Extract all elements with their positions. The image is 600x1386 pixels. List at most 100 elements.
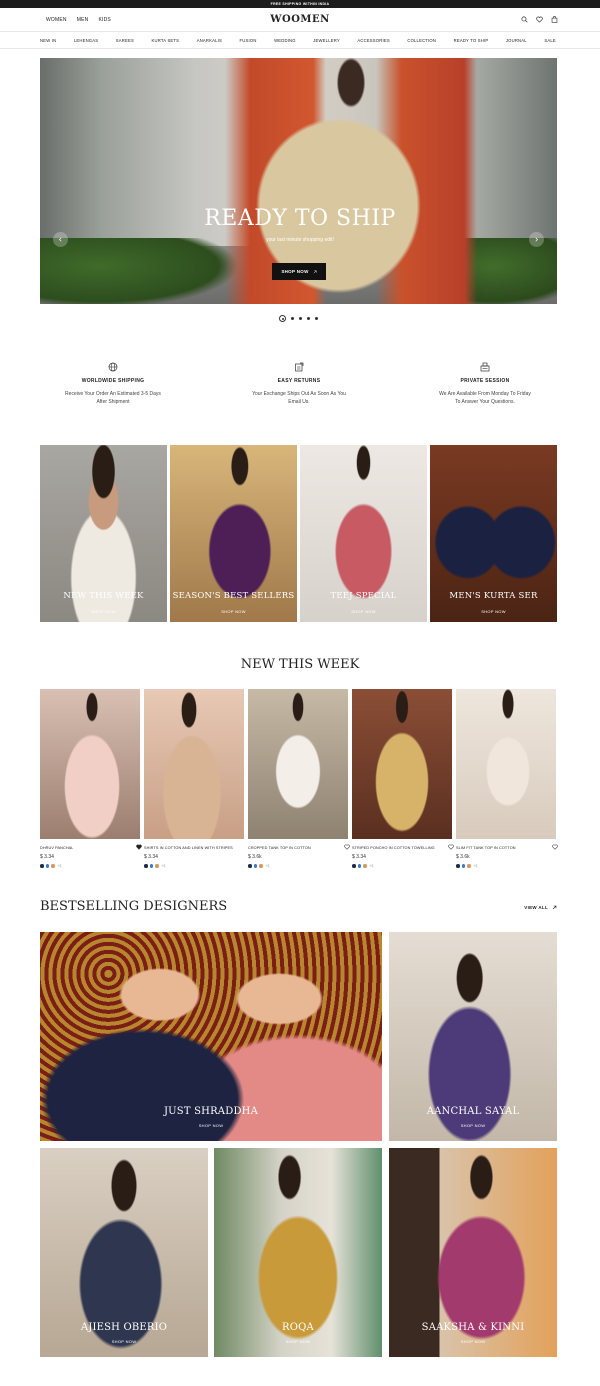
- product-name[interactable]: SLIM FIT TANK TOP IN COTTON: [456, 846, 516, 850]
- category-tile-teej-special[interactable]: TEEJ SPECIAL SHOP NOW: [300, 445, 427, 622]
- product-name[interactable]: DHRUV PANCHAL: [40, 846, 74, 850]
- designer-tile-aanchal-sayal[interactable]: AANCHAL SAYAL SHOP NOW: [389, 932, 557, 1141]
- session-icon: [480, 362, 490, 372]
- feature-desc-line1: We Are Available From Monday To Friday: [439, 391, 531, 397]
- swatch-tan[interactable]: [259, 864, 263, 868]
- menu-item-kurta-sets[interactable]: KURTA SETS: [152, 33, 180, 49]
- designer-tile-saaksha-kinni[interactable]: SAAKSHA & KINNI SHOP NOW: [389, 1148, 557, 1357]
- product-image[interactable]: [352, 689, 452, 839]
- feature-easy-returns: EASY RETURNS Your Exchange Ships Out As …: [219, 362, 379, 406]
- feature-desc-line1: Your Exchange Ships Out As Soon As You: [252, 391, 346, 397]
- menu-item-sale[interactable]: SALE: [544, 33, 556, 49]
- wishlist-heart-filled-icon[interactable]: [136, 844, 142, 850]
- swatch-tan[interactable]: [155, 864, 159, 868]
- product-name[interactable]: STRIPED PONCHO IN COTTON TOWELLING: [352, 846, 435, 850]
- hero-shop-now-button[interactable]: SHOP NOW: [272, 263, 326, 280]
- globe-icon: [108, 362, 118, 372]
- swatch-navy[interactable]: [248, 864, 252, 868]
- product-name[interactable]: CROPPED TANK TOP IN COTTON: [248, 846, 311, 850]
- menu-item-fusion[interactable]: FUSION: [240, 33, 257, 49]
- feature-desc-line2: To Answer Your Questions.: [455, 399, 515, 405]
- product-card[interactable]: STRIPED PONCHO IN COTTON TOWELLING $ 3.3…: [352, 689, 454, 868]
- hero-plants-left: [40, 238, 240, 304]
- product-price: $ 3.6k: [456, 854, 470, 860]
- view-all-label: VIEW ALL: [524, 905, 548, 910]
- view-all-link[interactable]: VIEW ALL: [524, 905, 557, 910]
- swatch-navy[interactable]: [40, 864, 44, 868]
- wishlist-heart-icon[interactable]: [344, 844, 350, 850]
- product-card[interactable]: SHIRTS IN COTTON AND LINEN WITH STRIPES …: [136, 689, 244, 868]
- product-card[interactable]: SLIM FIT TANK TOP IN COTTON $ 3.6k +2: [456, 689, 558, 868]
- menu-item-wedding[interactable]: WEDDING: [274, 33, 296, 49]
- menu-item-new-in[interactable]: NEW IN: [40, 33, 56, 49]
- product-image[interactable]: [248, 689, 348, 839]
- swatch-blue[interactable]: [461, 864, 465, 868]
- hero-dot-5[interactable]: [315, 317, 318, 320]
- swatch-navy[interactable]: [352, 864, 356, 868]
- designer-shop-now[interactable]: SHOP NOW: [214, 1339, 382, 1344]
- more-colors: +2: [57, 864, 62, 868]
- product-card[interactable]: DHRUV PANCHAL $ 3.34 +2: [40, 689, 142, 868]
- hero-dot-2[interactable]: [291, 317, 294, 320]
- return-icon: [295, 362, 304, 372]
- swatch-blue[interactable]: [357, 864, 361, 868]
- swatch-blue[interactable]: [253, 864, 257, 868]
- swatch-blue[interactable]: [45, 864, 49, 868]
- hero-dot-1[interactable]: [279, 315, 286, 322]
- search-icon[interactable]: [521, 16, 528, 23]
- category-tile-seasons-best-sellers[interactable]: SEASON'S BEST SELLERS SHOP NOW: [170, 445, 297, 622]
- hero-dot-4[interactable]: [307, 317, 310, 320]
- hero-title: READY TO SHIP: [204, 206, 396, 231]
- product-image[interactable]: [456, 689, 556, 839]
- product-image[interactable]: [144, 689, 244, 839]
- swatch-blue[interactable]: [149, 864, 153, 868]
- bag-icon[interactable]: [551, 16, 558, 23]
- designer-shop-now[interactable]: SHOP NOW: [389, 1339, 557, 1344]
- announcement-bar: FREE SHIPPING WITHIN INDIA: [0, 0, 600, 8]
- product-image[interactable]: [40, 689, 140, 839]
- menu-item-lehengas[interactable]: LEHENGAS: [74, 33, 98, 49]
- menu-item-collection[interactable]: COLLECTION: [407, 33, 436, 49]
- menu-item-sarees[interactable]: SAREES: [116, 33, 134, 49]
- swatch-navy[interactable]: [144, 864, 148, 868]
- swatch-tan[interactable]: [467, 864, 471, 868]
- menu-item-ready-to-ship[interactable]: READY TO SHIP: [454, 33, 489, 49]
- designer-label: ROQA: [282, 1322, 314, 1333]
- swatch-tan[interactable]: [51, 864, 55, 868]
- category-tile-mens-kurta[interactable]: MEN'S KURTA SER SHOP NOW: [430, 445, 557, 622]
- product-card[interactable]: CROPPED TANK TOP IN COTTON $ 3.6k +2: [248, 689, 350, 868]
- wishlist-heart-icon[interactable]: [448, 844, 454, 850]
- site-logo[interactable]: WOOMEN: [0, 14, 600, 25]
- category-shop-now[interactable]: SHOP NOW: [300, 609, 427, 614]
- heart-icon[interactable]: [536, 16, 543, 23]
- more-colors: +2: [369, 864, 374, 868]
- menu-item-anarkalis[interactable]: ANARKALIS: [197, 33, 222, 49]
- designer-tile-ajiesh-oberio[interactable]: AJIESH OBERIO SHOP NOW: [40, 1148, 208, 1357]
- product-name[interactable]: SHIRTS IN COTTON AND LINEN WITH STRIPES: [144, 846, 233, 850]
- designer-tile-just-shraddha[interactable]: JUST SHRADDHA SHOP NOW: [40, 932, 382, 1141]
- swatch-navy[interactable]: [456, 864, 460, 868]
- hero-dot-3[interactable]: [299, 317, 302, 320]
- menu-item-accessories[interactable]: ACCESSORIES: [357, 33, 389, 49]
- designer-shop-now[interactable]: SHOP NOW: [40, 1123, 382, 1128]
- designer-shop-now[interactable]: SHOP NOW: [40, 1339, 208, 1344]
- hero-shop-now-label: SHOP NOW: [281, 269, 309, 274]
- menu-item-journal[interactable]: JOURNAL: [506, 33, 527, 49]
- product-price: $ 3.6k: [248, 854, 262, 860]
- color-swatches: +2: [248, 864, 270, 868]
- designer-shop-now[interactable]: SHOP NOW: [389, 1123, 557, 1128]
- designer-tile-roqa[interactable]: ROQA SHOP NOW: [214, 1148, 382, 1357]
- category-shop-now[interactable]: SHOP NOW: [40, 609, 167, 614]
- feature-title: EASY RETURNS: [277, 378, 321, 384]
- swatch-tan[interactable]: [363, 864, 367, 868]
- menu-item-jewellery[interactable]: JEWELLERY: [313, 33, 340, 49]
- new-this-week-title: NEW THIS WEEK: [240, 657, 360, 672]
- designer-label: AANCHAL SAYAL: [426, 1106, 520, 1117]
- feature-desc-line2: Email Us.: [288, 399, 310, 405]
- wishlist-heart-icon[interactable]: [552, 844, 558, 850]
- category-tile-new-this-week[interactable]: NEW THIS WEEK SHOP NOW: [40, 445, 167, 622]
- category-shop-now[interactable]: SHOP NOW: [170, 609, 297, 614]
- color-swatches: +2: [40, 864, 62, 868]
- category-shop-now[interactable]: SHOP NOW: [430, 609, 557, 614]
- designer-label: SAAKSHA & KINNI: [421, 1322, 525, 1333]
